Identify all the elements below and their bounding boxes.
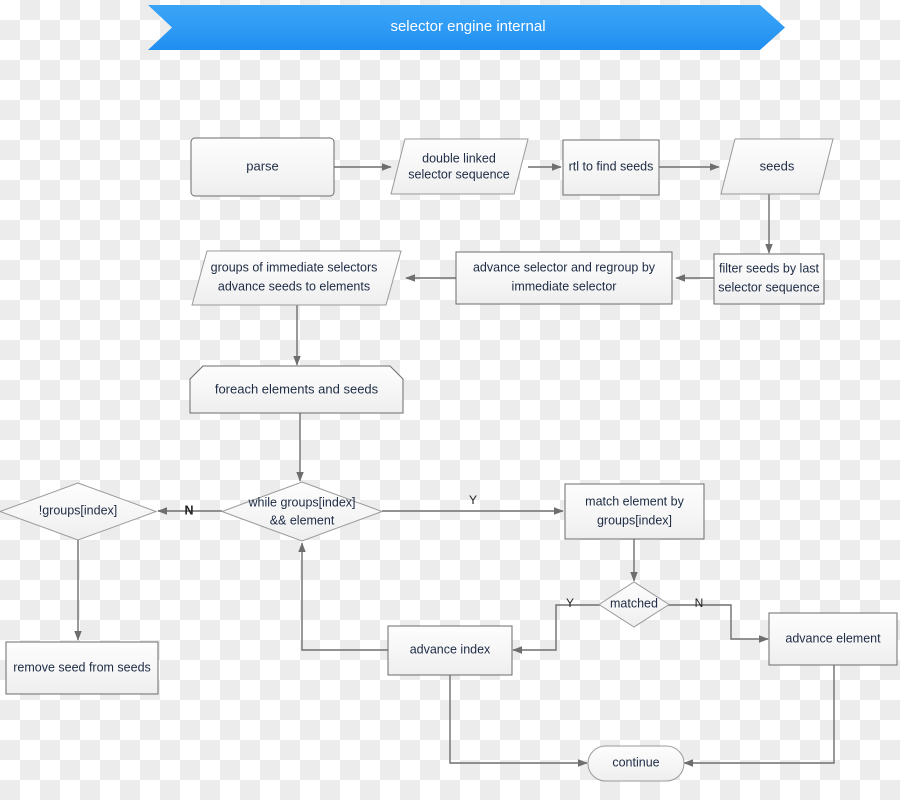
- node-seeds-label: seeds: [760, 158, 795, 173]
- node-groups-immediate-label-line1: groups of immediate selectors: [211, 260, 378, 274]
- node-while-shape[interactable]: [220, 481, 384, 542]
- node-while-label-line2: && element: [270, 513, 335, 527]
- node-advance-regroup-label-line1: advance selector and regroup by: [473, 260, 656, 274]
- connector-advance-index-to-continue: [449, 675, 588, 767]
- node-match-element-label-line1: match element by: [585, 494, 684, 508]
- flowchart-canvas: selector engine internal N Y Y N parse d…: [0, 0, 900, 800]
- node-match-element-label-line2: groups[index]: [597, 513, 672, 527]
- node-matched-label: matched: [610, 596, 658, 610]
- node-not-groups-index[interactable]: !groups[index]: [0, 482, 158, 541]
- node-groups-immediate-label-line2: advance seeds to elements: [218, 279, 370, 293]
- node-advance-element-label: advance element: [785, 631, 881, 645]
- node-seeds[interactable]: seeds: [720, 138, 834, 195]
- edge-label-while-yes: Y: [469, 493, 477, 507]
- node-filter-seeds-label-line1: filter seeds by last: [719, 261, 820, 275]
- banner-title: selector engine internal: [390, 18, 545, 35]
- node-continue-label: continue: [612, 755, 659, 769]
- connector-advance-index-to-while: [298, 542, 388, 651]
- connector-matched-yes-to-advance-index: [512, 604, 601, 654]
- node-remove-seed-from-seeds[interactable]: remove seed from seeds: [5, 641, 159, 695]
- edge-label-matched-yes: Y: [566, 596, 574, 610]
- node-advance-index-label: advance index: [410, 642, 491, 656]
- flowchart-svg: selector engine internal N Y Y N parse d…: [0, 5, 898, 782]
- node-advance-selector-and-regroup[interactable]: advance selector and regroup by immediat…: [455, 251, 673, 305]
- edge-label-group: N Y Y N: [184, 493, 703, 610]
- node-advance-regroup-label-line2: immediate selector: [512, 279, 617, 293]
- edge-label-matched-no: N: [695, 596, 704, 610]
- connector-matched-no-to-advance-element: [667, 604, 769, 643]
- node-parse-label: parse: [246, 158, 279, 173]
- node-advance-element[interactable]: advance element: [768, 612, 898, 666]
- node-rtl-to-find-seeds[interactable]: rtl to find seeds: [562, 139, 660, 196]
- node-not-groups-label: !groups[index]: [39, 503, 118, 517]
- node-filter-seeds-label-line2: selector sequence: [718, 280, 820, 294]
- node-double-linked-selector-sequence[interactable]: double linked selector sequence: [390, 138, 529, 195]
- node-while-label-line1: while groups[index]: [247, 495, 355, 509]
- node-matched[interactable]: matched: [598, 581, 670, 628]
- connector-advance-element-to-continue: [683, 665, 835, 767]
- node-continue[interactable]: continue: [587, 745, 685, 782]
- node-match-element-by-groups[interactable]: match element by groups[index]: [564, 483, 705, 540]
- node-remove-seed-label: remove seed from seeds: [13, 660, 151, 674]
- node-match-element-shape[interactable]: [564, 483, 705, 540]
- edge-label-while-no: N: [184, 503, 193, 517]
- node-while-groups-index[interactable]: while groups[index] && element: [220, 481, 384, 542]
- node-groups-immediate-shape[interactable]: [191, 250, 402, 306]
- connector-group: [74, 163, 835, 767]
- node-parse[interactable]: parse: [190, 137, 335, 197]
- node-double-linked-label-line1: double linked: [422, 151, 496, 165]
- node-double-linked-label-line2: selector sequence: [408, 167, 510, 181]
- node-filter-seeds-by-last-selector-sequence[interactable]: filter seeds by last selector sequence: [713, 253, 825, 305]
- node-groups-of-immediate-selectors[interactable]: groups of immediate selectors advance se…: [191, 250, 402, 306]
- node-rtl-label: rtl to find seeds: [569, 159, 654, 173]
- node-foreach-label: foreach elements and seeds: [215, 381, 379, 396]
- node-foreach-elements-and-seeds[interactable]: foreach elements and seeds: [189, 365, 404, 414]
- node-advance-index[interactable]: advance index: [387, 625, 513, 676]
- page-banner: selector engine internal: [148, 5, 785, 50]
